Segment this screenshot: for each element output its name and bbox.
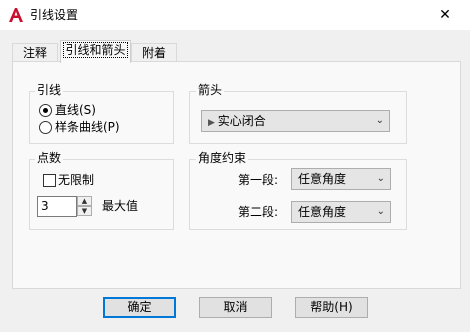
cancel-button[interactable]: 取消: [199, 297, 272, 318]
arrowhead-select[interactable]: ▶ 实心闭合 ⌄: [201, 110, 390, 132]
straight-line-label: 直线(S): [55, 103, 96, 117]
arrow-group-title: 箭头: [196, 83, 225, 97]
second-segment-select[interactable]: 任意角度 ⌄: [291, 201, 391, 223]
first-segment-value: 任意角度: [298, 172, 347, 186]
tab-attachment[interactable]: 附着: [131, 43, 177, 63]
window-title: 引线设置: [30, 8, 79, 22]
tab-attachment-label: 附着: [141, 46, 166, 60]
first-segment-select[interactable]: 任意角度 ⌄: [291, 168, 391, 190]
filled-arrow-icon: ▶: [208, 118, 218, 128]
leader-group-title: 引线: [35, 83, 64, 97]
second-segment-label: 第二段:: [238, 205, 279, 219]
arrowhead-select-value: 实心闭合: [217, 114, 266, 128]
close-icon[interactable]: ✕: [430, 4, 460, 26]
max-points-label: 最大值: [102, 199, 139, 213]
straight-line-radio[interactable]: [39, 104, 52, 117]
tab-leader-and-arrow[interactable]: 引线和箭头: [60, 40, 131, 63]
spline-label: 样条曲线(P): [55, 120, 120, 134]
unlimited-label: 无限制: [58, 173, 95, 187]
spin-up-icon[interactable]: ▲: [77, 196, 92, 206]
chevron-down-icon: ⌄: [376, 173, 385, 184]
help-button[interactable]: 帮助(H): [295, 297, 368, 318]
autocad-logo-icon: [8, 7, 24, 23]
first-segment-label: 第一段:: [238, 173, 279, 187]
chevron-down-icon: ⌄: [375, 115, 384, 126]
ok-button[interactable]: 确定: [103, 297, 176, 318]
points-group-title: 点数: [35, 151, 64, 165]
chevron-down-icon: ⌄: [376, 206, 385, 217]
unlimited-checkbox[interactable]: [43, 174, 56, 187]
tab-leader-and-arrow-label: 引线和箭头: [63, 42, 128, 58]
second-segment-value: 任意角度: [298, 205, 347, 219]
angle-constraint-group-title: 角度约束: [196, 151, 249, 165]
spline-radio[interactable]: [39, 121, 52, 134]
tab-annotation-label: 注释: [22, 46, 47, 60]
max-points-input[interactable]: 3: [37, 196, 77, 217]
spin-down-icon[interactable]: ▼: [77, 206, 92, 216]
tab-annotation[interactable]: 注释: [12, 43, 58, 63]
leader-group: [29, 91, 174, 144]
points-group: [29, 159, 174, 230]
